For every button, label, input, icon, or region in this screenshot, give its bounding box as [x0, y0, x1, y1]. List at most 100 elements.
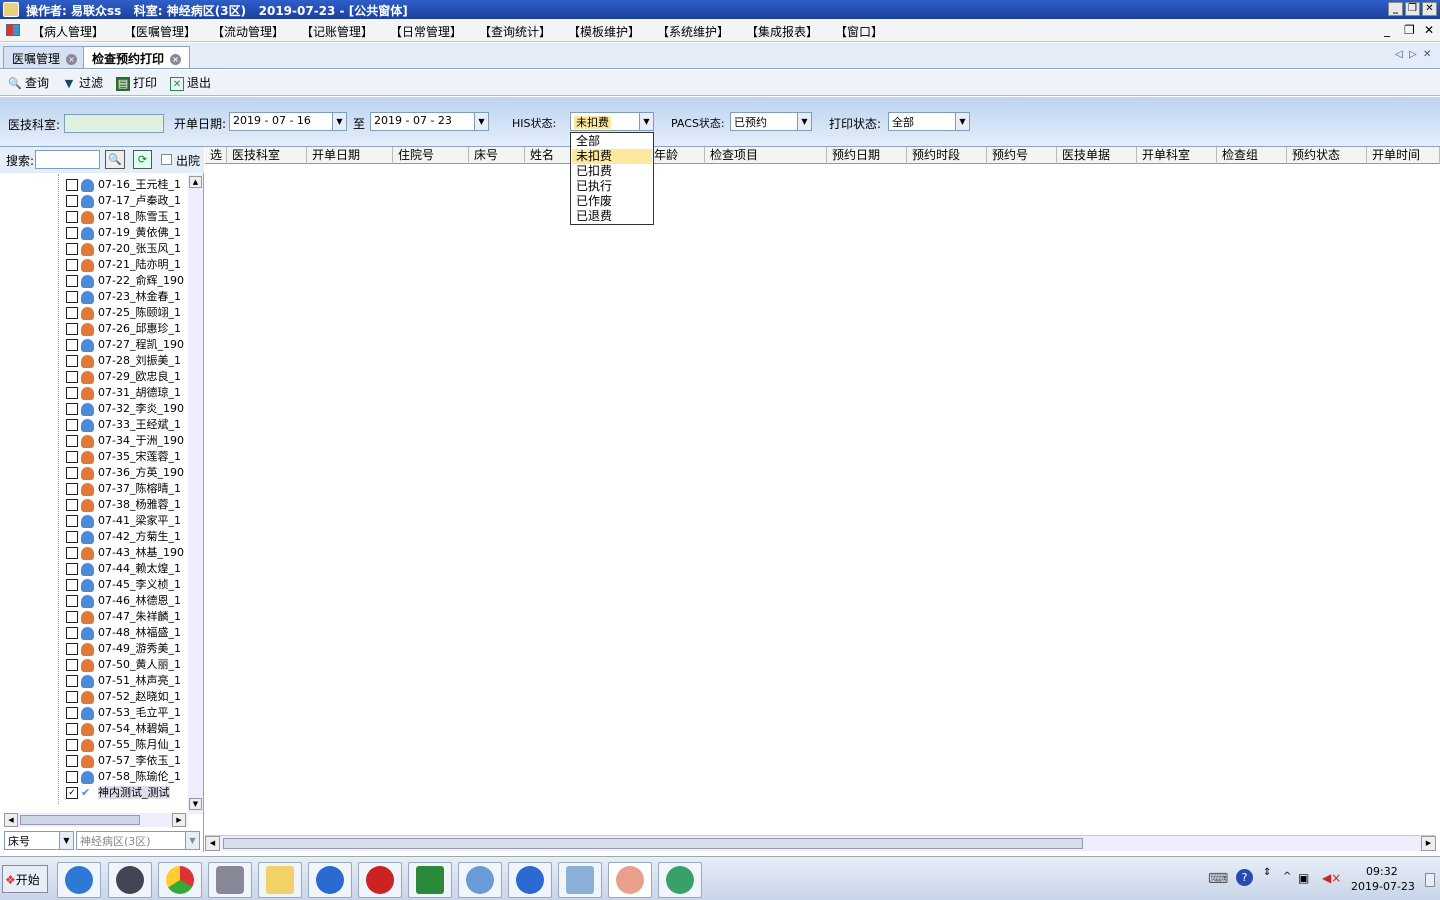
mdi-close-button[interactable]: ✕	[1424, 23, 1434, 37]
patient-checkbox[interactable]	[66, 547, 78, 559]
patient-checkbox[interactable]	[66, 739, 78, 751]
patient-checkbox[interactable]	[66, 755, 78, 767]
patient-tree-item[interactable]: 07-57_李依玉_1	[66, 752, 181, 768]
menu-billing[interactable]: 【记账管理】	[301, 23, 373, 40]
patient-tree-item[interactable]: 07-32_李炎_190	[66, 400, 184, 416]
patient-tree-item[interactable]: 07-46_林德恩_1	[66, 592, 181, 608]
patient-tree-item[interactable]: 07-37_陈榕晴_1	[66, 480, 181, 496]
patient-tree-item[interactable]: 07-31_胡德琼_1	[66, 384, 181, 400]
patient-checkbox[interactable]	[66, 515, 78, 527]
query-button[interactable]: 🔍 查询	[8, 74, 49, 91]
column-header[interactable]: 年龄	[649, 147, 705, 164]
search-input[interactable]	[35, 150, 100, 169]
grid-scroll-thumb[interactable]	[223, 838, 1083, 849]
patient-checkbox[interactable]	[66, 259, 78, 271]
discharge-checkbox[interactable]	[161, 154, 172, 165]
show-desktop-button[interactable]	[1425, 873, 1435, 887]
option-unbilled[interactable]: 未扣费	[572, 149, 652, 164]
patient-checkbox[interactable]	[66, 387, 78, 399]
patient-tree-item[interactable]: 07-35_宋莲蓉_1	[66, 448, 181, 464]
print-status-select[interactable]: 全部 ▼	[888, 112, 970, 131]
patient-tree-item[interactable]: 07-48_林福盛_1	[66, 624, 181, 640]
patient-tree-item[interactable]: 07-55_陈月仙_1	[66, 736, 181, 752]
tab-close-icon[interactable]: ×	[66, 54, 78, 65]
menu-reports[interactable]: 【集成报表】	[746, 23, 818, 40]
column-header[interactable]: 医技单据	[1057, 147, 1137, 164]
patient-tree-item[interactable]: 07-53_毛立平_1	[66, 704, 181, 720]
compass-icon[interactable]	[108, 862, 152, 898]
nurse-app-icon[interactable]	[608, 862, 652, 898]
patient-checkbox[interactable]	[66, 355, 78, 367]
network-tray-icon[interactable]: ▣	[1298, 871, 1309, 885]
column-header[interactable]: 选	[205, 147, 227, 164]
chevron-down-icon[interactable]: ▼	[332, 113, 346, 130]
patient-tree-item[interactable]: 07-16_王元桂_1	[66, 176, 181, 192]
patient-checkbox[interactable]	[66, 563, 78, 575]
tray-expand-icon[interactable]: ^	[1283, 871, 1291, 882]
menu-flow[interactable]: 【流动管理】	[212, 23, 284, 40]
patient-tree-item[interactable]: 07-25_陈颐翊_1	[66, 304, 181, 320]
patient-checkbox[interactable]	[66, 627, 78, 639]
patient-tree-item[interactable]: 07-42_方菊生_1	[66, 528, 181, 544]
patient-checkbox[interactable]	[66, 467, 78, 479]
menu-system[interactable]: 【系统维护】	[657, 23, 729, 40]
patient-checkbox[interactable]	[66, 771, 78, 783]
chevron-down-icon[interactable]: ▼	[639, 113, 653, 130]
app-red-icon[interactable]	[358, 862, 402, 898]
patient-tree-item[interactable]: 07-23_林金春_1	[66, 288, 181, 304]
column-header[interactable]: 医技科室	[227, 147, 307, 164]
patient-tree-item[interactable]: 07-26_邱惠珍_1	[66, 320, 181, 336]
option-executed[interactable]: 已执行	[572, 179, 652, 194]
menu-patient[interactable]: 【病人管理】	[32, 23, 104, 40]
filter-button[interactable]: ▼ 过滤	[62, 74, 103, 91]
dept-input[interactable]	[64, 114, 164, 133]
patient-checkbox[interactable]	[66, 179, 78, 191]
patient-tree-item[interactable]: 07-28_刘振美_1	[66, 352, 181, 368]
patient-tree-item[interactable]: 07-20_张玉风_1	[66, 240, 181, 256]
restore-button[interactable]: ❐	[1405, 2, 1420, 16]
patient-tree-item[interactable]: 07-47_朱祥麟_1	[66, 608, 181, 624]
patient-checkbox[interactable]	[66, 371, 78, 383]
menu-query[interactable]: 【查询统计】	[479, 23, 551, 40]
mdi-restore-button[interactable]: ❐	[1404, 23, 1415, 37]
chrome-icon[interactable]	[158, 862, 202, 898]
pacs-status-select[interactable]: 已预约 ▼	[730, 112, 812, 131]
tab-prev-icon[interactable]: ◁	[1395, 49, 1403, 60]
patient-tree-item[interactable]: 07-41_梁家平_1	[66, 512, 181, 528]
database-icon[interactable]	[208, 862, 252, 898]
column-header[interactable]: 检查项目	[705, 147, 827, 164]
tree-vertical-scrollbar[interactable]: ▲ ▼	[188, 174, 203, 814]
excel-icon[interactable]	[408, 862, 452, 898]
patient-tree-item[interactable]: 07-27_程凯_190	[66, 336, 184, 352]
start-date-input[interactable]: 2019 - 07 - 16 ▼	[229, 112, 347, 131]
patient-checkbox[interactable]	[66, 211, 78, 223]
network-app-icon[interactable]	[658, 862, 702, 898]
patient-checkbox[interactable]	[66, 579, 78, 591]
column-header[interactable]: 开单日期	[307, 147, 393, 164]
grid-horizontal-scrollbar[interactable]: ◀ ▶	[205, 835, 1436, 851]
ward-select[interactable]: 神经病区(3区) ▼	[76, 831, 200, 850]
option-billed[interactable]: 已扣费	[572, 164, 652, 179]
patient-tree-item[interactable]: 07-19_黄依佛_1	[66, 224, 181, 240]
chevron-down-icon[interactable]: ▼	[59, 832, 73, 849]
patient-tree-item[interactable]: 07-38_杨雅蓉_1	[66, 496, 181, 512]
patient-tree-item[interactable]: 07-44_赖太煌_1	[66, 560, 181, 576]
patient-checkbox[interactable]	[66, 611, 78, 623]
tab-exam-print[interactable]: 检查预约打印 ×	[83, 46, 191, 68]
patient-checkbox[interactable]	[66, 275, 78, 287]
column-header[interactable]: 预约号	[987, 147, 1057, 164]
scroll-thumb[interactable]	[20, 815, 140, 825]
menu-daily[interactable]: 【日常管理】	[390, 23, 462, 40]
patient-checkbox[interactable]	[66, 691, 78, 703]
patient-tree-item[interactable]: 07-54_林碧娟_1	[66, 720, 181, 736]
column-header[interactable]: 开单时间	[1367, 147, 1440, 164]
patient-tree-item[interactable]: 07-33_王经斌_1	[66, 416, 181, 432]
patient-checkbox[interactable]: ✓	[66, 787, 78, 799]
scroll-left-icon[interactable]: ◀	[4, 813, 18, 827]
menu-window[interactable]: 【窗口】	[835, 23, 883, 40]
app-blue-icon[interactable]	[308, 862, 352, 898]
column-header[interactable]: 床号	[469, 147, 525, 164]
patient-checkbox[interactable]	[66, 243, 78, 255]
keyboard-icon[interactable]: ⌨	[1208, 871, 1228, 887]
patient-checkbox[interactable]	[66, 483, 78, 495]
